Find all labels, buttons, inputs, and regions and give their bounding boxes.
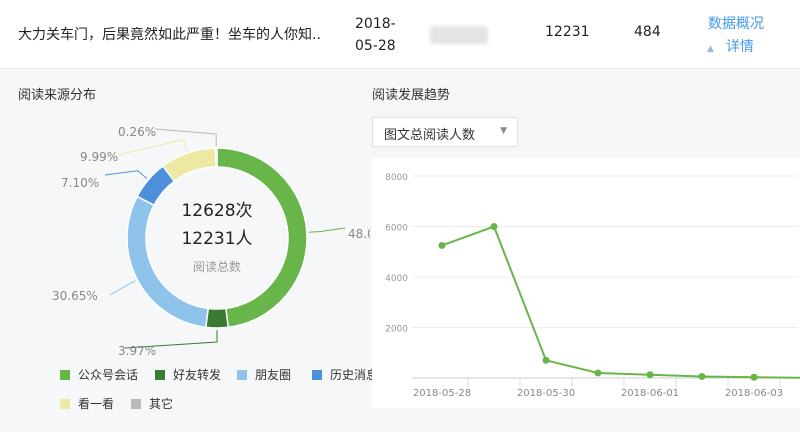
trend-heading: 阅读发展趋势 [372,88,451,103]
slice-label-history: 7.10% [61,176,99,190]
slice-label-look: 9.99% [80,150,118,164]
slice-label-moments: 30.65% [52,289,98,303]
x-tick-label: 2018-05-28 [413,388,471,399]
trend-point[interactable] [698,372,706,380]
leader-line-other [154,128,217,147]
legend-label-friend: 好友转发 [173,368,222,382]
donut-slice-look[interactable] [161,147,217,183]
donut-center-people: 12231人 [181,229,252,249]
leader-line-history [104,170,148,179]
y-tick-label: 6000 [385,224,408,234]
legend-moments[interactable]: 朋友圈 [237,366,291,383]
x-tick-label: 2018-06-03 [725,388,783,399]
trend-chart-area: 2000 4000 6000 8000 2018-05-28 2018-05-30 2018… [372,158,800,408]
donut-center-caption: 阅读总数 [193,259,241,274]
legend-label-official: 公众号会话 [78,368,139,382]
y-tick-label: 2000 [385,325,408,335]
slice-label-official: 48.0 [348,227,370,241]
trend-line-chart: 2000 4000 6000 8000 2018-05-28 2018-05-30 2018… [385,173,800,399]
legend-history[interactable]: 历史消息 [312,366,378,383]
donut-slice-other[interactable] [214,147,218,168]
detail-link-label: 详情 [725,39,754,55]
trend-point[interactable] [438,241,446,249]
y-tick-label: 4000 [385,274,408,284]
x-tick-label: 2018-05-30 [517,388,575,399]
y-tick-label: 8000 [385,173,408,183]
article-value-a: 12231 [545,24,590,40]
legend-swatch-other [131,398,141,409]
legend-label-look: 看一看 [78,397,115,411]
source-donut-chart: 12628次 12231人 阅读总数 48.0 3.97% 30.65% 7.1… [52,125,370,358]
blurred-value [430,26,488,44]
metric-select[interactable]: 图文总阅读人数 ▼ [372,117,518,147]
legend-label-other: 其它 [149,397,174,411]
donut-center-count: 12628次 [181,201,252,221]
trend-point[interactable] [542,356,550,364]
legend-label-moments: 朋友圈 [255,368,292,382]
trend-point[interactable] [750,373,758,381]
slice-label-friend: 3.97% [118,344,156,358]
legend-look[interactable]: 看一看 [60,395,114,412]
data-overview-link[interactable]: 数据概况 [708,13,764,33]
metric-select-value: 图文总阅读人数 [384,128,476,143]
leader-line-look [117,139,188,156]
article-value-b: 484 [634,24,661,40]
article-date: 2018- 05-28 [355,13,396,57]
legend-label-history: 历史消息 [330,368,379,382]
legend-friend[interactable]: 好友转发 [155,366,221,383]
article-row: 大力关车门，后果竟然如此严重！坐车的人你知.. 2018- 05-28 1223… [0,0,800,69]
legend-other[interactable]: 其它 [131,395,173,412]
legend-official[interactable]: 公众号会话 [60,366,138,383]
article-title[interactable]: 大力关车门，后果竟然如此严重！坐车的人你知.. [18,24,321,44]
detail-link[interactable]: ▲ 详情 [707,36,754,56]
trend-series-line [441,225,800,379]
trend-point[interactable] [594,369,602,377]
legend-swatch-history [312,369,322,380]
donut-slice-friend[interactable] [204,307,230,329]
legend-swatch-moments [237,369,247,380]
legend-swatch-friend [155,369,165,380]
trend-point[interactable] [490,223,498,230]
leader-line-official [308,227,346,233]
x-tick-label: 2018-06-01 [621,388,679,399]
trend-point[interactable] [646,371,654,379]
slice-label-other: 0.26% [118,125,156,139]
article-date-day: 05-28 [355,38,396,54]
article-date-year: 2018- [355,16,396,32]
legend-swatch-official [60,369,70,380]
caret-up-icon: ▲ [707,44,714,54]
leader-line-moments [109,280,136,296]
chevron-down-icon: ▼ [500,126,507,136]
legend-swatch-look [60,398,70,409]
